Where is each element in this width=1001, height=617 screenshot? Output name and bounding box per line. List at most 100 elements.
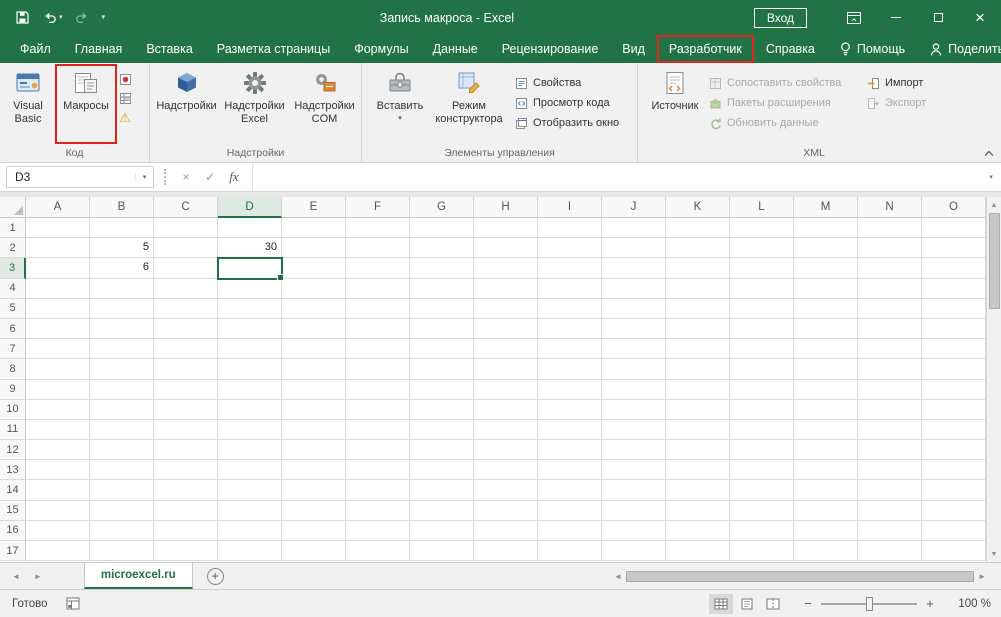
cell-O11[interactable] <box>922 419 986 441</box>
cell-H10[interactable] <box>474 399 538 420</box>
cell-C16[interactable] <box>154 520 218 541</box>
tab-tellme[interactable]: Помощь <box>827 35 917 63</box>
cell-C6[interactable] <box>154 318 218 340</box>
cell-K17[interactable] <box>666 541 730 562</box>
cell-G4[interactable] <box>410 278 474 299</box>
cell-E2[interactable] <box>282 238 346 259</box>
cell-O15[interactable] <box>922 500 986 521</box>
cell-H4[interactable] <box>474 278 538 299</box>
cell-I12[interactable] <box>538 440 602 461</box>
cell-K13[interactable] <box>666 460 730 481</box>
cell-J4[interactable] <box>602 278 666 299</box>
cell-N5[interactable] <box>858 298 922 319</box>
cell-C13[interactable] <box>154 460 218 481</box>
cell-L3[interactable] <box>730 258 794 279</box>
column-header-G[interactable]: G <box>410 197 474 218</box>
column-header-H[interactable]: H <box>474 197 538 218</box>
cell-B3[interactable]: 6 <box>90 258 154 279</box>
cell-I8[interactable] <box>538 359 602 380</box>
cell-G13[interactable] <box>410 460 474 481</box>
cell-C8[interactable] <box>154 359 218 380</box>
cell-E9[interactable] <box>282 379 346 400</box>
column-header-I[interactable]: I <box>538 197 602 218</box>
cell-H7[interactable] <box>474 339 538 360</box>
cell-E14[interactable] <box>282 480 346 501</box>
cell-N6[interactable] <box>858 318 922 340</box>
cell-B9[interactable] <box>90 379 154 400</box>
cell-B8[interactable] <box>90 359 154 380</box>
cell-F4[interactable] <box>346 278 410 299</box>
cell-J10[interactable] <box>602 399 666 420</box>
cell-N2[interactable] <box>858 238 922 259</box>
cell-G5[interactable] <box>410 298 474 319</box>
xml-source-button[interactable]: Источник <box>646 67 704 141</box>
expansion-packs-button[interactable]: Пакеты расширения <box>704 93 862 113</box>
cell-H8[interactable] <box>474 359 538 380</box>
cell-K6[interactable] <box>666 318 730 340</box>
cell-L17[interactable] <box>730 541 794 562</box>
cell-C12[interactable] <box>154 440 218 461</box>
cell-A1[interactable] <box>26 218 90 239</box>
cell-O9[interactable] <box>922 379 986 400</box>
sheet-tab-microexcel[interactable]: microexcel.ru <box>83 563 193 589</box>
cell-B11[interactable] <box>90 419 154 441</box>
cell-N16[interactable] <box>858 520 922 541</box>
cell-G10[interactable] <box>410 399 474 420</box>
cell-J6[interactable] <box>602 318 666 340</box>
scroll-down-button[interactable]: ▼ <box>987 546 1001 562</box>
cell-O7[interactable] <box>922 339 986 360</box>
name-box[interactable]: D3 ▾ <box>6 166 154 188</box>
cell-L2[interactable] <box>730 238 794 259</box>
maximize-button[interactable] <box>917 0 959 35</box>
cell-E7[interactable] <box>282 339 346 360</box>
cell-F12[interactable] <box>346 440 410 461</box>
cell-G6[interactable] <box>410 318 474 340</box>
cell-K1[interactable] <box>666 218 730 239</box>
cell-L13[interactable] <box>730 460 794 481</box>
cell-A16[interactable] <box>26 520 90 541</box>
cell-L5[interactable] <box>730 298 794 319</box>
cell-A12[interactable] <box>26 440 90 461</box>
cell-O13[interactable] <box>922 460 986 481</box>
cell-H14[interactable] <box>474 480 538 501</box>
cell-C15[interactable] <box>154 500 218 521</box>
cell-N15[interactable] <box>858 500 922 521</box>
view-code-button[interactable]: Просмотр кода <box>510 93 624 113</box>
cell-M13[interactable] <box>794 460 858 481</box>
cell-D10[interactable] <box>218 399 282 420</box>
tab-home[interactable]: Главная <box>63 35 135 63</box>
cell-C1[interactable] <box>154 218 218 239</box>
column-header-O[interactable]: O <box>922 197 986 218</box>
cell-G7[interactable] <box>410 339 474 360</box>
cell-H12[interactable] <box>474 440 538 461</box>
cell-A15[interactable] <box>26 500 90 521</box>
formula-bar-splitter[interactable] <box>164 169 166 185</box>
cell-C10[interactable] <box>154 399 218 420</box>
cell-M16[interactable] <box>794 520 858 541</box>
row-header-3[interactable]: 3 <box>0 258 26 279</box>
refresh-data-button[interactable]: Обновить данные <box>704 113 862 133</box>
cell-A5[interactable] <box>26 298 90 319</box>
cell-I9[interactable] <box>538 379 602 400</box>
cell-C7[interactable] <box>154 339 218 360</box>
cell-K8[interactable] <box>666 359 730 380</box>
cell-E17[interactable] <box>282 541 346 562</box>
cell-N11[interactable] <box>858 419 922 441</box>
row-header-1[interactable]: 1 <box>0 218 26 239</box>
cell-L7[interactable] <box>730 339 794 360</box>
cell-K15[interactable] <box>666 500 730 521</box>
cell-A17[interactable] <box>26 541 90 562</box>
vertical-scrollbar[interactable]: ▲ ▼ <box>986 197 1001 562</box>
cell-A10[interactable] <box>26 399 90 420</box>
cell-N3[interactable] <box>858 258 922 279</box>
zoom-out-button[interactable]: − <box>799 596 817 611</box>
column-header-M[interactable]: M <box>794 197 858 218</box>
cell-B5[interactable] <box>90 298 154 319</box>
tab-data[interactable]: Данные <box>421 35 490 63</box>
cell-N7[interactable] <box>858 339 922 360</box>
cell-M3[interactable] <box>794 258 858 279</box>
cell-M2[interactable] <box>794 238 858 259</box>
cell-E10[interactable] <box>282 399 346 420</box>
cell-D15[interactable] <box>218 500 282 521</box>
minimize-button[interactable] <box>875 0 917 35</box>
